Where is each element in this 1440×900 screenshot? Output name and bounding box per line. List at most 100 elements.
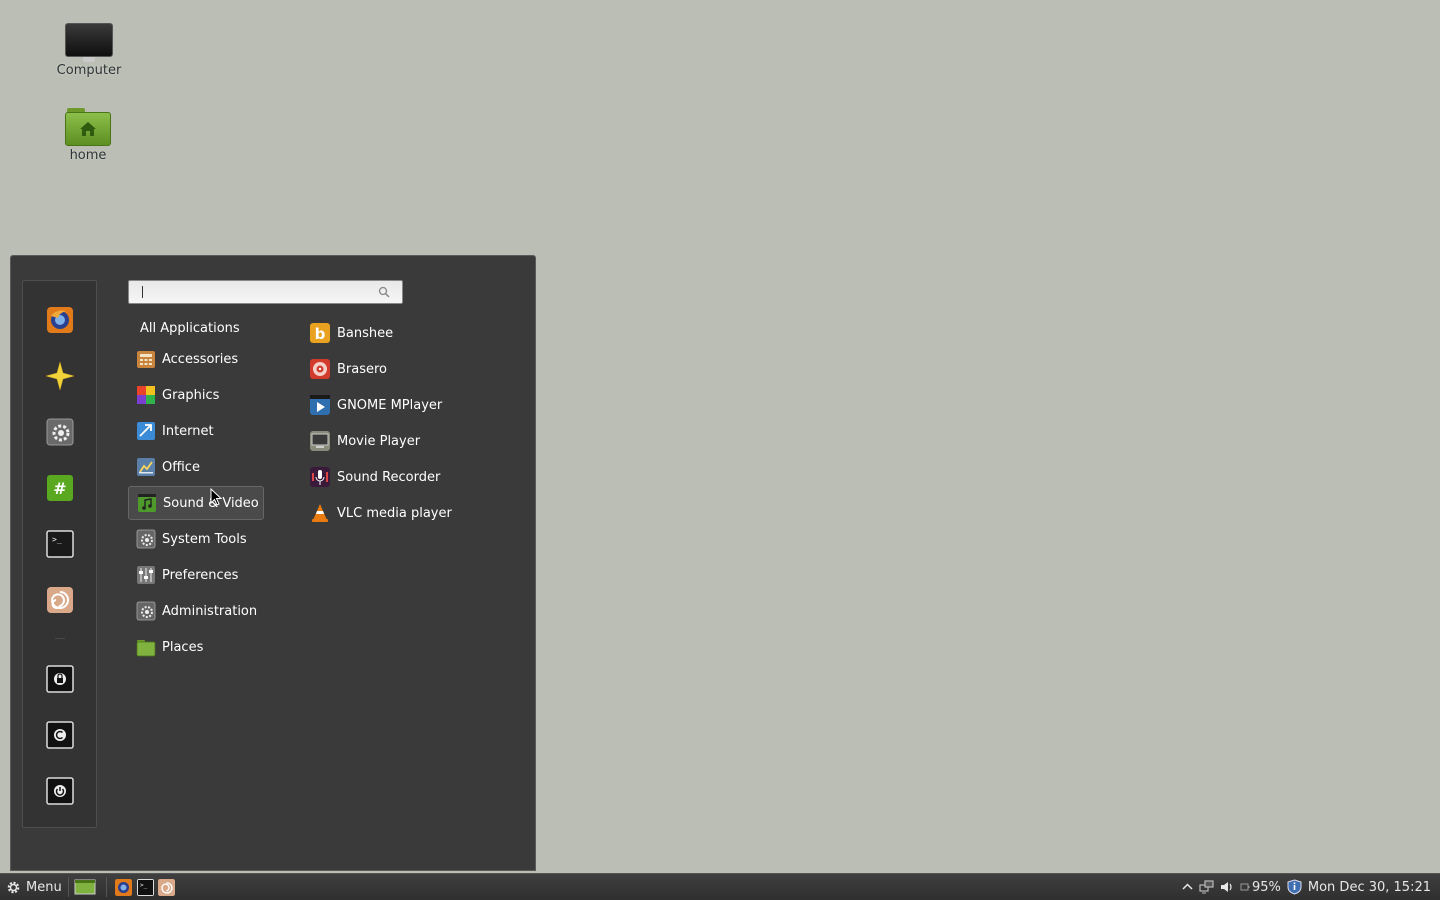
category-places[interactable]: Places (128, 630, 264, 664)
app-sound-recorder[interactable]: Sound Recorder (310, 461, 510, 493)
system-tools-icon (136, 529, 156, 549)
battery-icon (1240, 883, 1250, 891)
preferences-icon (137, 566, 155, 584)
terminal-launcher-icon[interactable]: >_ (137, 879, 154, 896)
menu-button[interactable]: Menu (0, 874, 68, 900)
logout-icon (46, 721, 74, 749)
chat-icon: # (47, 475, 73, 501)
taskbar-separator (68, 877, 69, 897)
search-box[interactable] (128, 280, 403, 304)
lock-icon (46, 665, 74, 693)
desktop-icon-label: home (69, 148, 107, 163)
category-system-tools[interactable]: System Tools (128, 522, 264, 556)
graphics-icon (137, 386, 155, 404)
category-label: Internet (162, 423, 214, 439)
menu-button-label: Menu (26, 879, 62, 895)
fav-shutdown[interactable] (45, 776, 75, 806)
internet-icon (137, 422, 155, 440)
desktop-icon-home[interactable]: home (43, 108, 133, 163)
fav-files[interactable] (45, 585, 75, 615)
show-desktop-icon[interactable] (74, 879, 96, 895)
svg-text:>_: >_ (140, 882, 148, 889)
taskbar-separator (106, 877, 107, 897)
category-administration[interactable]: Administration (128, 594, 264, 628)
category-label: Preferences (162, 567, 239, 583)
category-sound-video[interactable]: Sound & Video (128, 486, 264, 520)
svg-text:>_: >_ (52, 535, 62, 544)
svg-text:b: b (315, 325, 326, 343)
category-label: System Tools (162, 531, 247, 547)
banshee-icon: b (310, 323, 330, 343)
office-icon (137, 458, 155, 476)
category-internet[interactable]: Internet (128, 414, 264, 448)
fav-firefox[interactable] (45, 305, 75, 335)
fav-hexchat[interactable]: # (45, 473, 75, 503)
star-icon (45, 361, 75, 391)
desktop-icon-label: Computer (56, 63, 122, 78)
category-label: Places (162, 639, 204, 655)
shell-icon (47, 587, 73, 613)
brasero-icon (310, 359, 330, 379)
power-icon (46, 777, 74, 805)
shield-icon[interactable] (1287, 879, 1302, 895)
administration-icon (136, 601, 156, 621)
network-icon[interactable] (1199, 880, 1214, 894)
app-label: Sound Recorder (337, 469, 441, 485)
app-label: Banshee (337, 325, 394, 341)
category-label: Accessories (162, 351, 239, 367)
category-label: Graphics (162, 387, 220, 403)
category-preferences[interactable]: Preferences (128, 558, 264, 592)
mouse-cursor-icon (210, 488, 222, 506)
category-label: Office (162, 459, 200, 475)
favorites-separator (55, 638, 65, 639)
fav-terminal[interactable]: >_ (45, 529, 75, 559)
application-menu: # >_ All Applications Accessories Graphi… (10, 255, 536, 871)
fav-lock-screen[interactable] (45, 664, 75, 694)
sound-video-icon (138, 494, 156, 512)
search-input[interactable] (135, 283, 369, 303)
terminal-icon: >_ (46, 530, 74, 558)
category-label: Administration (162, 603, 258, 619)
category-graphics[interactable]: Graphics (128, 378, 264, 412)
category-accessories[interactable]: Accessories (128, 342, 264, 376)
category-all-applications[interactable]: All Applications (140, 321, 240, 336)
places-icon (136, 640, 156, 657)
category-office[interactable]: Office (128, 450, 264, 484)
taskbar: Menu >_ 95% Mon Dec 30, 15:21 (0, 873, 1440, 900)
gear-icon (7, 881, 20, 893)
fav-system-settings[interactable] (45, 417, 75, 447)
home-folder-icon (65, 108, 111, 146)
desktop-icon-computer[interactable]: Computer (44, 23, 134, 78)
app-vlc[interactable]: VLC media player (310, 497, 510, 529)
accessories-icon (137, 351, 155, 368)
firefox-icon (47, 307, 73, 333)
svg-text:#: # (53, 479, 66, 498)
app-label: Movie Player (337, 433, 421, 449)
app-label: GNOME MPlayer (337, 397, 443, 413)
text-caret (142, 286, 143, 298)
gnome-mplayer-icon (310, 395, 330, 415)
app-label: Brasero (337, 361, 388, 377)
sound-recorder-icon (310, 467, 330, 487)
settings-icon (46, 418, 74, 446)
fav-software-manager[interactable] (45, 361, 75, 391)
movie-player-icon (310, 431, 330, 451)
vlc-icon (310, 503, 330, 523)
app-gnome-mplayer[interactable]: GNOME MPlayer (310, 389, 510, 421)
volume-icon[interactable] (1220, 880, 1234, 894)
computer-icon (65, 23, 113, 62)
app-movie-player[interactable]: Movie Player (310, 425, 510, 457)
fav-logout[interactable] (45, 720, 75, 750)
clock[interactable]: Mon Dec 30, 15:21 (1308, 880, 1431, 895)
favorites-panel: # >_ (22, 280, 97, 828)
battery-percentage: 95% (1251, 879, 1281, 895)
firefox-launcher-icon[interactable] (115, 879, 132, 896)
search-icon (378, 286, 390, 298)
chevron-up-icon[interactable] (1182, 882, 1193, 892)
app-banshee[interactable]: b Banshee (310, 317, 510, 349)
app-brasero[interactable]: Brasero (310, 353, 510, 385)
app-label: VLC media player (337, 505, 452, 521)
system-tray: 95% Mon Dec 30, 15:21 (1182, 874, 1440, 900)
files-launcher-icon[interactable] (158, 879, 175, 896)
battery-indicator[interactable]: 95% (1240, 880, 1281, 895)
